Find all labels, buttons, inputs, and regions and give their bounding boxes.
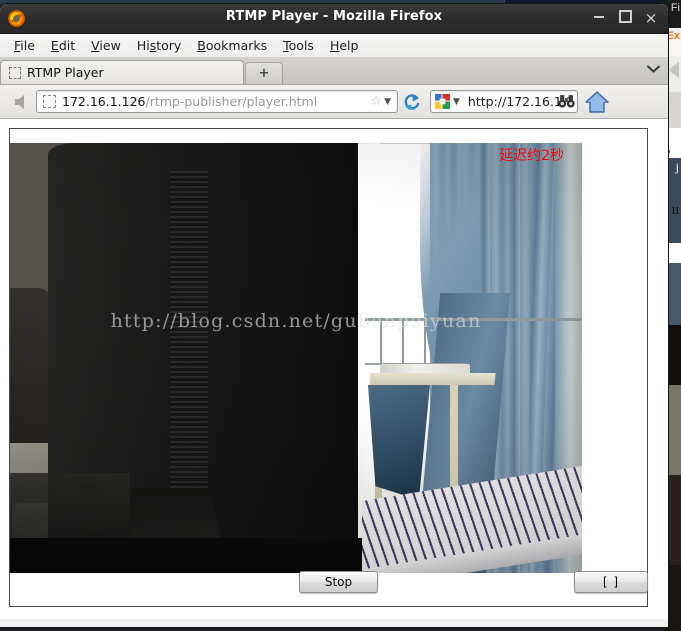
page-content: 延迟约2秒 http://blog.csdn.net/gubenpeiyuan … xyxy=(0,119,668,619)
new-tab-button[interactable]: + xyxy=(245,62,283,84)
video-player[interactable]: 延迟约2秒 http://blog.csdn.net/gubenpeiyuan xyxy=(10,143,582,573)
menubar: File Edit View History Bookmarks Tools H… xyxy=(0,34,668,58)
close-button[interactable]: × xyxy=(638,4,664,33)
search-bar[interactable]: ▼ http://172.16.1.1 xyxy=(430,90,578,113)
chevron-down-icon xyxy=(647,65,660,73)
tab-favicon-icon xyxy=(9,66,21,79)
stop-button[interactable]: Stop xyxy=(299,571,378,593)
firefox-window: RTMP Player - Mozilla Firefox × File Edi… xyxy=(0,4,668,627)
page-favicon-icon xyxy=(43,95,56,108)
back-button[interactable] xyxy=(6,89,32,115)
maximize-icon xyxy=(618,10,632,23)
bg-text-ii: II xyxy=(671,205,679,217)
fullscreen-button[interactable]: [ ] xyxy=(574,571,648,593)
reload-button[interactable] xyxy=(400,88,424,116)
maximize-button[interactable] xyxy=(612,4,638,33)
reload-icon xyxy=(404,93,420,110)
video-scene xyxy=(10,143,582,573)
tab-list-button[interactable] xyxy=(647,63,660,76)
menu-history[interactable]: History xyxy=(129,36,189,55)
url-host: 172.16.1.126 xyxy=(62,94,146,109)
player-controls: Stop [ ] xyxy=(10,571,648,606)
menu-edit[interactable]: Edit xyxy=(43,36,83,55)
url-text: 172.16.1.126/rtmp-publisher/player.html xyxy=(62,94,370,109)
home-button[interactable] xyxy=(582,88,612,116)
minimize-button[interactable] xyxy=(586,4,612,33)
google-icon xyxy=(435,94,450,109)
bg-text-fi: Fi xyxy=(670,2,680,14)
plus-icon: + xyxy=(258,66,270,81)
bg-text-j: j xyxy=(675,160,679,174)
watermark-text: http://blog.csdn.net/gubenpeiyuan xyxy=(110,310,482,332)
tab-label: RTMP Player xyxy=(27,65,104,80)
scene-vignette xyxy=(10,143,582,573)
search-engine-chevron-icon[interactable]: ▼ xyxy=(453,97,460,107)
back-arrow-icon xyxy=(14,94,24,109)
delay-overlay-text: 延迟约2秒 xyxy=(499,148,564,164)
tabbar: RTMP Player + xyxy=(0,58,668,85)
window-titlebar[interactable]: RTMP Player - Mozilla Firefox × xyxy=(0,4,668,34)
menu-help[interactable]: Help xyxy=(322,36,367,55)
url-path: /rtmp-publisher/player.html xyxy=(145,94,318,109)
bg-text-ex: Ex xyxy=(666,30,680,42)
binoculars-icon[interactable] xyxy=(558,94,575,109)
menu-bookmarks[interactable]: Bookmarks xyxy=(189,36,275,55)
chevron-down-icon[interactable]: ▼ xyxy=(384,97,391,107)
bg-arrow-icon xyxy=(668,62,679,78)
url-bar[interactable]: 172.16.1.126/rtmp-publisher/player.html … xyxy=(36,90,398,113)
navigation-toolbar: 172.16.1.126/rtmp-publisher/player.html … xyxy=(0,85,668,119)
window-title: RTMP Player - Mozilla Firefox xyxy=(225,9,443,24)
star-icon[interactable]: ☆ xyxy=(370,94,382,109)
home-icon xyxy=(585,90,609,113)
player-page-box: 延迟约2秒 http://blog.csdn.net/gubenpeiyuan … xyxy=(9,128,648,607)
statusbar xyxy=(0,619,668,627)
menu-file[interactable]: File xyxy=(6,36,43,55)
menu-view[interactable]: View xyxy=(83,36,129,55)
menu-tools[interactable]: Tools xyxy=(275,36,322,55)
tab-rtmp-player[interactable]: RTMP Player xyxy=(0,60,244,84)
minimize-icon xyxy=(594,16,604,18)
